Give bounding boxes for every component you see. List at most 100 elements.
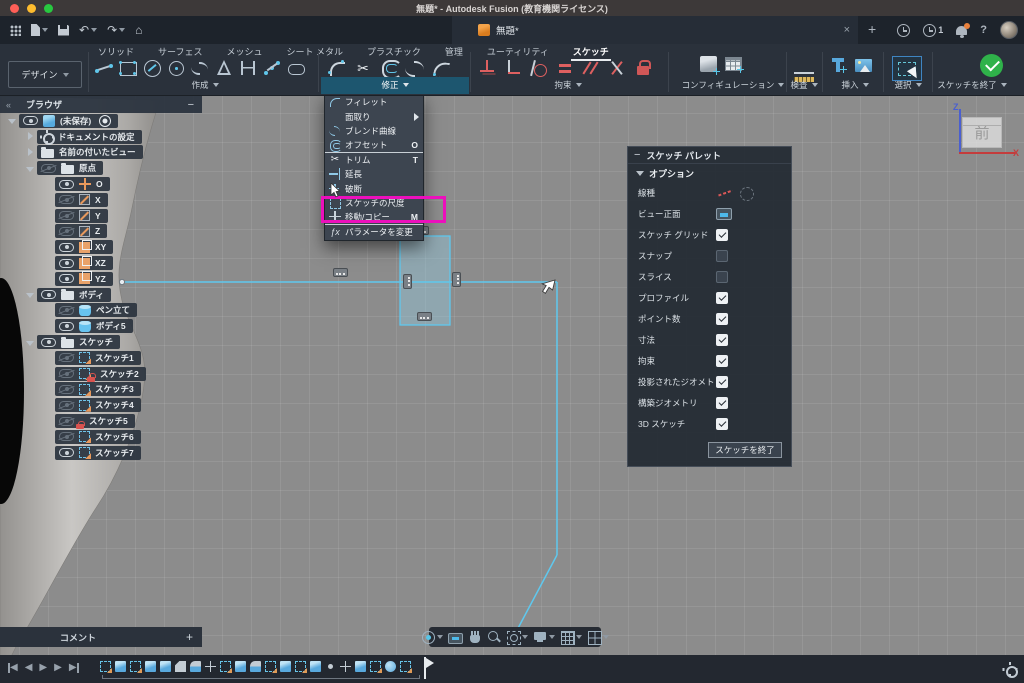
browser-row[interactable]: ボディ5 [44, 318, 210, 334]
visibility-eye-icon[interactable] [41, 290, 56, 299]
menu-item[interactable]: ✂ トリム T [325, 153, 423, 167]
notifications-icon[interactable] [956, 26, 967, 35]
visibility-eye-icon[interactable] [59, 353, 74, 362]
constrain-group-label[interactable]: 拘束 [478, 78, 658, 92]
playback-button[interactable]: ▶ [69, 661, 79, 675]
browser-row[interactable]: X [44, 192, 210, 208]
expander-icon[interactable] [8, 116, 17, 125]
option-control[interactable] [716, 271, 728, 283]
modify-tool-icon[interactable] [378, 58, 400, 78]
browser-row[interactable]: Z [44, 224, 210, 240]
ribbon-tab[interactable]: ユーティリティ [487, 45, 549, 58]
extensions-icon[interactable] [897, 24, 910, 37]
quick-access-button[interactable] [31, 24, 48, 36]
comments-bar[interactable]: コメント + [0, 627, 202, 647]
option-control[interactable] [716, 397, 728, 409]
browser-row[interactable]: スケッチ2 [44, 366, 210, 382]
dimension-badge[interactable] [403, 274, 412, 289]
constraint-tool-icon[interactable] [582, 60, 600, 76]
visibility-eye-icon[interactable] [41, 164, 56, 173]
visibility-eye-icon[interactable] [59, 432, 74, 441]
option-control[interactable] [716, 418, 728, 430]
timeline-feature-icon[interactable] [220, 661, 231, 672]
modify-group-label[interactable]: 修正 [321, 78, 469, 92]
select-group-label[interactable]: 選択 [886, 78, 930, 92]
option-control[interactable] [716, 250, 728, 262]
visibility-eye-icon[interactable] [59, 243, 74, 252]
insert-group-label[interactable]: 挿入 [828, 78, 882, 92]
timeline-feature-icon[interactable] [355, 661, 366, 672]
browser-row[interactable]: 名前の付いたビュー [26, 145, 210, 161]
timeline-feature-icon[interactable] [250, 661, 261, 672]
create-tool-icon[interactable] [286, 59, 306, 77]
modify-tool-icon[interactable] [430, 58, 452, 78]
timeline-feature-icon[interactable] [145, 661, 156, 672]
visibility-eye-icon[interactable] [59, 322, 74, 331]
create-tool-icon[interactable] [190, 59, 210, 77]
nav-button[interactable] [587, 630, 609, 644]
dimension-badge[interactable] [417, 312, 432, 321]
browser-row[interactable]: スケッチ7 [44, 445, 210, 461]
browser-row[interactable]: スケッチ4 [44, 397, 210, 413]
expander-icon[interactable] [26, 132, 35, 141]
ribbon-tab[interactable]: 管理 [445, 45, 463, 58]
visibility-eye-icon[interactable] [59, 227, 74, 236]
new-tab-button[interactable]: + [868, 20, 876, 38]
timeline-feature-icon[interactable] [205, 661, 216, 672]
visibility-eye-icon[interactable] [59, 385, 74, 394]
playback-button[interactable]: ▶ [54, 661, 62, 675]
configuration-group-label[interactable]: コンフィギュレーション [672, 78, 794, 92]
timeline-feature-icon[interactable] [385, 661, 396, 672]
browser-row[interactable]: ボディ [26, 287, 210, 303]
create-tool-icon[interactable] [118, 59, 138, 77]
document-tab[interactable]: 無題* × [452, 16, 858, 44]
menu-item[interactable]: オフセット O [325, 138, 423, 152]
create-tool-icon[interactable] [166, 59, 186, 77]
minimize-palette-icon[interactable]: − [634, 149, 640, 161]
collapse-panel-icon[interactable]: « [6, 100, 11, 110]
quick-access-button[interactable] [58, 25, 69, 36]
timeline-feature-icon[interactable] [328, 664, 333, 669]
create-tool-icon[interactable] [94, 59, 114, 77]
add-comment-icon[interactable]: + [186, 630, 193, 644]
timeline-feature-icon[interactable] [310, 661, 321, 672]
constraint-tool-icon[interactable] [634, 60, 652, 76]
browser-row[interactable]: (未保存) [8, 113, 210, 129]
finish-sketch-label[interactable]: スケッチを終了 [930, 78, 1014, 92]
menu-item[interactable]: 面取り [325, 109, 423, 123]
create-group-label[interactable]: 作成 [94, 78, 316, 92]
visibility-eye-icon[interactable] [59, 259, 74, 268]
visibility-eye-icon[interactable] [59, 211, 74, 220]
visibility-eye-icon[interactable] [59, 195, 74, 204]
timeline-feature-icon[interactable] [265, 661, 276, 672]
configuration-cube-icon[interactable] [700, 56, 717, 72]
modify-tool-icon[interactable]: ✂ [352, 58, 374, 78]
inspect-group-label[interactable]: 検査 [780, 78, 828, 92]
ribbon-tab[interactable]: メッシュ [226, 45, 262, 58]
menu-item[interactable]: ブレンド曲線 [325, 124, 423, 138]
create-tool-icon[interactable] [262, 59, 282, 77]
timeline-position-marker[interactable] [424, 657, 436, 679]
option-control[interactable] [716, 313, 728, 325]
menu-item[interactable]: フィレット [325, 95, 423, 109]
option-control[interactable] [716, 355, 728, 367]
browser-row[interactable]: O [44, 176, 210, 192]
expander-icon[interactable] [26, 290, 35, 299]
browser-row[interactable]: ドキュメントの設定 [26, 129, 210, 145]
ribbon-tab[interactable]: スケッチ [573, 45, 609, 58]
timeline-settings-gear-icon[interactable] [1003, 663, 1016, 676]
browser-row[interactable]: XZ [44, 255, 210, 271]
browser-row[interactable]: スケッチ6 [44, 429, 210, 445]
ribbon-tab[interactable]: サーフェス [158, 45, 202, 58]
dimension-badge[interactable] [333, 268, 348, 277]
option-control[interactable] [716, 229, 728, 241]
nav-button[interactable] [560, 630, 582, 644]
browser-row[interactable]: 原点 [26, 160, 210, 176]
browser-row[interactable]: スケッチ [26, 334, 210, 350]
visibility-eye-icon[interactable] [59, 306, 74, 315]
help-icon[interactable]: ? [980, 24, 987, 36]
modify-tool-icon[interactable] [326, 58, 348, 78]
quick-access-button[interactable]: ↷ [107, 24, 125, 36]
visibility-eye-icon[interactable] [59, 180, 74, 189]
finish-sketch-check-icon[interactable] [980, 54, 1003, 77]
